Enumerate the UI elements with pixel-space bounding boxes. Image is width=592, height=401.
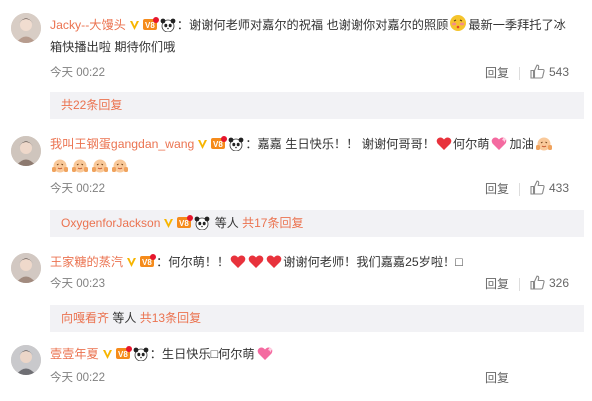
red-heart-icon xyxy=(266,254,282,276)
comment-body-cont: 何尔萌 xyxy=(452,137,490,151)
comment-emoji-row xyxy=(50,155,580,180)
reply-etc-label: 等人 xyxy=(214,216,239,230)
verified-v-icon xyxy=(126,253,137,275)
username-link[interactable]: Jacky--大馒头 xyxy=(50,18,126,32)
comment-body-line2: 箱快播出啦 期待你们哦 xyxy=(50,40,176,54)
verified-v-icon xyxy=(197,135,208,157)
comment-body: ：何尔萌！！ xyxy=(156,255,230,269)
cheer-icon xyxy=(111,157,129,180)
comment-text-line2: 箱快播出啦 期待你们哦 xyxy=(50,36,580,58)
like-count: 543 xyxy=(549,65,570,79)
panda-icon xyxy=(133,346,149,368)
avatar[interactable] xyxy=(11,345,41,375)
comment-time: 今天 00:22 xyxy=(50,183,105,195)
like-button[interactable]: 433 xyxy=(530,180,569,196)
reply-button[interactable]: 回复 xyxy=(485,181,509,197)
member-badge-icon: V8 xyxy=(211,135,228,157)
svg-text:V8: V8 xyxy=(118,350,128,359)
thumb-up-icon xyxy=(530,180,545,195)
thumb-up-icon xyxy=(530,64,545,79)
comment-time: 今天 00:22 xyxy=(50,67,105,79)
reply-button[interactable]: 回复 xyxy=(485,370,509,386)
thumb-up-icon xyxy=(530,275,545,290)
username-link[interactable]: 我叫王钢蛋gangdan_wang xyxy=(50,137,194,151)
view-replies-link[interactable]: 共22条回复 xyxy=(61,98,122,112)
sub-replies-box: 向嘎看齐 等人 共13条回复 xyxy=(50,305,584,332)
svg-text:V8: V8 xyxy=(145,21,155,30)
cheer-icon xyxy=(91,157,109,180)
verified-v-icon xyxy=(102,345,113,367)
comment-body: ：嘉嘉 生日快乐！！ 谢谢何哥哥！ xyxy=(245,137,435,151)
reply-user-link[interactable]: OxygenforJackson xyxy=(61,216,160,230)
verified-v-icon xyxy=(129,16,140,38)
sub-replies-box: OxygenforJackson V8 等人 共17条回复 xyxy=(50,210,584,237)
red-heart-icon xyxy=(230,254,246,276)
username-link[interactable]: 壹壹年夏 xyxy=(50,347,99,361)
cheer-icon xyxy=(51,157,69,180)
reply-user-link[interactable]: 向嘎看齐 xyxy=(61,311,109,325)
comment-text: 壹壹年夏 V8 ：生日快乐□何尔萌 xyxy=(50,343,580,368)
cheer-icon xyxy=(71,157,89,180)
red-heart-icon xyxy=(248,254,264,276)
avatar[interactable] xyxy=(11,13,41,43)
member-badge-icon: V8 xyxy=(142,16,159,38)
username-link[interactable]: 王家糖的蒸汽 xyxy=(50,255,123,269)
member-badge-icon: V8 xyxy=(177,212,194,239)
action-divider xyxy=(519,183,520,196)
like-button[interactable]: 543 xyxy=(530,64,569,80)
like-button[interactable]: 326 xyxy=(530,275,569,291)
reply-etc-label: 等人 xyxy=(112,311,137,325)
comment-body-cont2: 加油 xyxy=(509,137,534,151)
comment-body: ：谢谢何老师对嘉尔的祝福 也谢谢你对嘉尔的照顾 xyxy=(176,18,449,32)
avatar[interactable] xyxy=(11,253,41,283)
comment-body-cont: 最新一季拜托了冰 xyxy=(468,18,566,32)
verified-v-icon xyxy=(163,212,174,239)
member-badge-icon: V8 xyxy=(140,253,157,275)
svg-text:V8: V8 xyxy=(179,219,189,228)
like-count: 433 xyxy=(549,181,570,195)
reply-button[interactable]: 回复 xyxy=(485,276,509,292)
comment-text: 王家糖的蒸汽 V8 ：何尔萌！！ 谢谢何老师！我们嘉嘉25岁啦！□ xyxy=(50,251,580,276)
pink-heart-icon xyxy=(256,346,274,368)
comment-body: ：生日快乐□何尔萌 xyxy=(149,347,255,361)
avatar[interactable] xyxy=(11,136,41,166)
sub-replies-box: 共22条回复 xyxy=(50,92,584,119)
action-divider xyxy=(519,278,520,291)
svg-text:V8: V8 xyxy=(213,140,223,149)
view-replies-link[interactable]: 共13条回复 xyxy=(140,311,201,325)
member-badge-icon: V8 xyxy=(115,345,132,367)
comment-time: 今天 00:22 xyxy=(50,372,105,384)
comment-time: 今天 00:23 xyxy=(50,278,105,290)
comment-body-cont: 谢谢何老师！我们嘉嘉25岁啦！□ xyxy=(283,255,463,269)
panda-icon xyxy=(194,213,210,240)
action-divider xyxy=(519,67,520,80)
like-count: 326 xyxy=(549,276,570,290)
svg-text:V8: V8 xyxy=(142,258,152,267)
view-replies-link[interactable]: 共17条回复 xyxy=(242,216,303,230)
reply-button[interactable]: 回复 xyxy=(485,65,509,81)
